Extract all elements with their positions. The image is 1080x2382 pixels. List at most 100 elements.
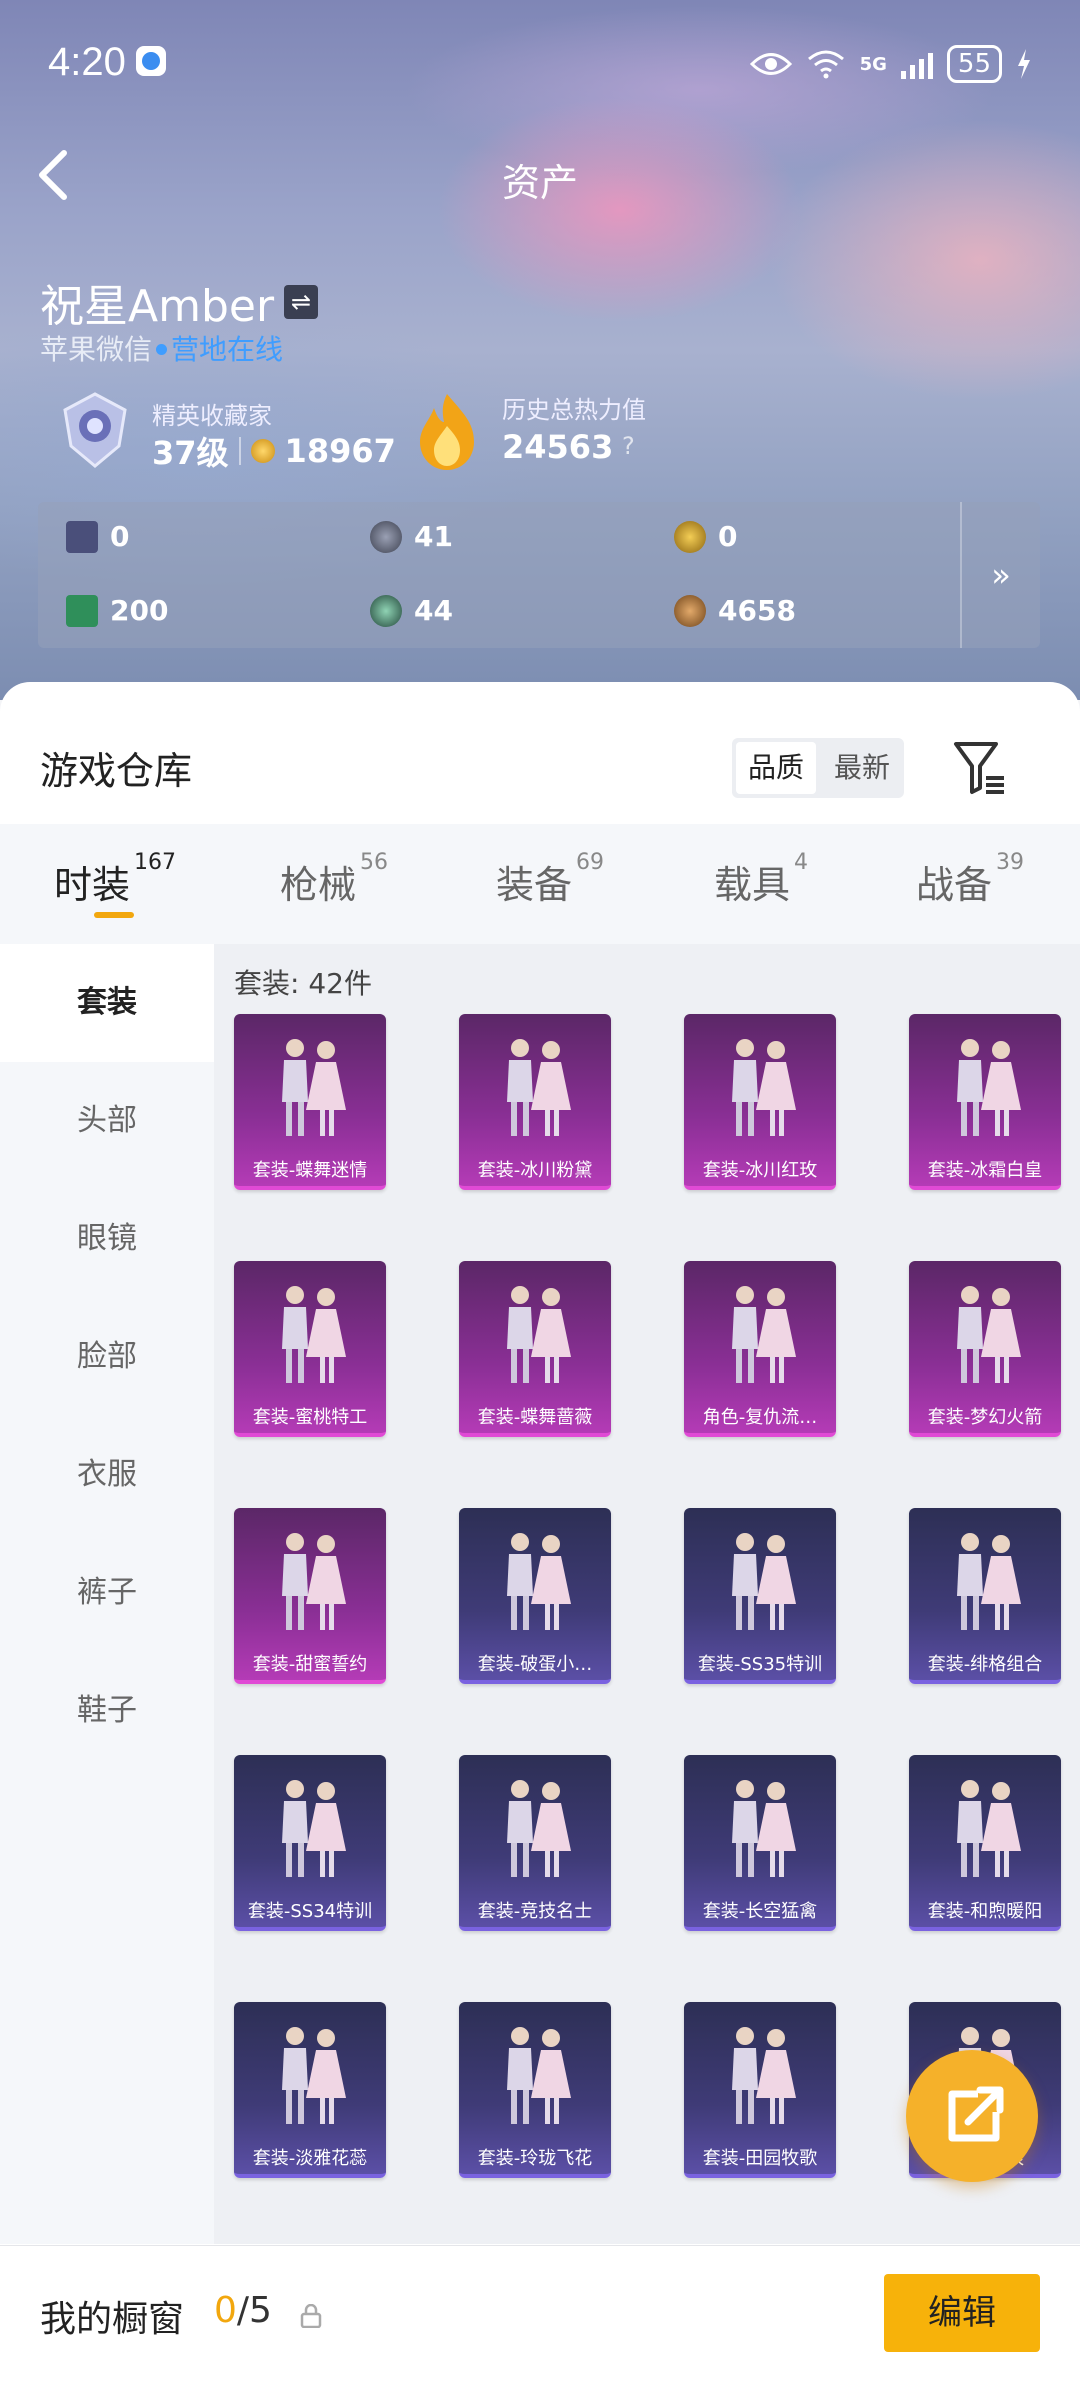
item-card[interactable]: 套装-田园牧歌 — [684, 2002, 836, 2178]
username-text: 祝星Amber — [40, 281, 275, 332]
sidebar-item-head[interactable]: 头部 — [0, 1062, 214, 1180]
item-name: 套装-冰川粉黛 — [477, 1160, 593, 1181]
item-card[interactable]: 套装-冰川红玫 — [684, 1014, 836, 1190]
outfit-figure-icon — [282, 2027, 346, 2124]
item-card[interactable]: 套装-蝶舞迷情 — [234, 1014, 386, 1190]
outfit-figure-icon — [282, 1533, 346, 1630]
username: 祝星Amber ⇌ — [40, 270, 319, 334]
item-card[interactable]: 套装-玲珑飞花 — [459, 2002, 611, 2178]
tab-count: 167 — [134, 850, 177, 875]
item-name: 套装-梦幻火箭 — [927, 1407, 1043, 1428]
outfit-figure-icon — [957, 1286, 1021, 1383]
eye-icon — [749, 53, 792, 75]
showcase-label: 我的橱窗 — [40, 2299, 185, 2340]
edit-button[interactable]: 编辑 — [884, 2274, 1040, 2352]
item-name: 套装-破蛋小… — [477, 1654, 593, 1675]
share-button[interactable] — [906, 2050, 1038, 2182]
item-card[interactable]: 套装-SS34特训 — [234, 1755, 386, 1931]
outfit-figure-icon — [732, 1039, 796, 1136]
item-name: 套装-SS34特训 — [247, 1901, 373, 1922]
item-name: 套装-SS35特训 — [697, 1654, 823, 1675]
outfit-figure-icon — [957, 1533, 1021, 1630]
item-name: 套装-蜜桃特工 — [252, 1407, 368, 1428]
status-bar: 4:20 5G 55 — [48, 40, 1032, 88]
sort-quality-button[interactable]: 品质 — [736, 742, 816, 794]
item-card[interactable]: 套装-冰川粉黛 — [459, 1014, 611, 1190]
sort-newest-button[interactable]: 最新 — [820, 738, 904, 798]
item-card[interactable]: 套装-破蛋小… — [459, 1508, 611, 1684]
outfit-figure-icon — [732, 1286, 796, 1383]
item-card[interactable]: 角色-复仇流… — [684, 1261, 836, 1437]
outfit-figure-icon — [732, 2027, 796, 2124]
showcase-total: /5 — [236, 2290, 272, 2331]
outfit-figure-icon — [957, 1039, 1021, 1136]
tab-equipment[interactable]: 装备69 — [496, 850, 604, 909]
tab-fashion[interactable]: 时装167 — [54, 850, 176, 909]
tab-label: 装备 — [496, 863, 573, 907]
sidebar-item-clothes[interactable]: 衣服 — [0, 1416, 214, 1534]
level-divider — [238, 437, 241, 465]
item-name: 套装-蝶舞迷情 — [252, 1160, 368, 1181]
collector-badge-icon — [63, 392, 127, 468]
resource-item: 44 — [370, 594, 453, 627]
resource-item: 0 — [66, 520, 129, 553]
item-card[interactable]: 套装-淡雅花蕊 — [234, 2002, 386, 2178]
tab-vehicles[interactable]: 载具4 — [714, 850, 808, 909]
item-card[interactable]: 套装-长空猛禽 — [684, 1755, 836, 1931]
item-name: 套装-甜蜜誓约 — [252, 1654, 368, 1675]
filter-icon[interactable] — [952, 738, 1008, 798]
outfit-figure-icon — [507, 1039, 571, 1136]
sidebar-item-glasses[interactable]: 眼镜 — [0, 1180, 214, 1298]
outfit-figure-icon — [507, 1286, 571, 1383]
sidebar-item-face[interactable]: 脸部 — [0, 1298, 214, 1416]
item-card[interactable]: 套装-SS35特训 — [684, 1508, 836, 1684]
network-type: 5G — [859, 53, 887, 75]
item-name: 套装-冰川红玫 — [702, 1160, 818, 1181]
item-card[interactable]: 套装-绯格组合 — [909, 1508, 1061, 1684]
showcase-footer: 我的橱窗 0/5 编辑 — [0, 2245, 1080, 2382]
item-card[interactable]: 套装-甜蜜誓约 — [234, 1508, 386, 1684]
share-icon — [948, 2086, 1004, 2142]
sidebar: 套装 头部 眼镜 脸部 衣服 裤子 鞋子 — [0, 944, 214, 2244]
battery-indicator: 55 — [946, 45, 1002, 83]
badge-label: 精英收藏家 — [152, 402, 272, 430]
outfit-figure-icon — [507, 1780, 571, 1877]
item-card[interactable]: 套装-和煦暖阳 — [909, 1755, 1061, 1931]
tab-label: 载具 — [714, 863, 791, 907]
resource-item: 41 — [370, 520, 453, 553]
tab-firearms[interactable]: 枪械56 — [280, 850, 388, 909]
item-card[interactable]: 套装-冰霜白皇 — [909, 1014, 1061, 1190]
item-grid: 套装: 42件 套装-蝶舞迷情 套装-冰川粉黛 套装-冰川红玫 套装-冰霜白皇 套装-蜜… — [214, 944, 1080, 2244]
item-name: 套装-竞技名士 — [477, 1901, 593, 1922]
green-orb-icon — [370, 594, 402, 627]
outfit-figure-icon — [957, 1780, 1021, 1877]
resource-value: 0 — [110, 520, 130, 553]
item-card[interactable]: 套装-蜜桃特工 — [234, 1261, 386, 1437]
silver-coin-icon — [370, 520, 402, 553]
item-card[interactable]: 套装-竞技名士 — [459, 1755, 611, 1931]
showcase-current: 0 — [214, 2290, 237, 2331]
tab-supplies[interactable]: 战备39 — [916, 850, 1024, 909]
resource-item: 0 — [674, 520, 737, 553]
bronze-coin-icon — [674, 594, 706, 627]
sidebar-item-suits[interactable]: 套装 — [0, 944, 214, 1062]
tab-label: 枪械 — [280, 863, 357, 907]
warehouse-title: 游戏仓库 — [40, 749, 193, 793]
resource-value: 0 — [718, 520, 738, 553]
page-title: 资产 — [501, 161, 578, 205]
signal-icon — [900, 49, 933, 79]
outfit-figure-icon — [282, 1780, 346, 1877]
gold-coin-icon — [674, 520, 706, 553]
sidebar-item-shoes[interactable]: 鞋子 — [0, 1652, 214, 1770]
item-name: 套装-玲珑飞花 — [477, 2148, 593, 2169]
green-ticket-icon — [66, 594, 98, 627]
resources-more-button[interactable]: » — [960, 502, 1040, 648]
sidebar-item-pants[interactable]: 裤子 — [0, 1534, 214, 1652]
item-card[interactable]: 套装-梦幻火箭 — [909, 1261, 1061, 1437]
item-card[interactable]: 套装-蝶舞蔷薇 — [459, 1261, 611, 1437]
help-icon[interactable]: ? — [622, 432, 635, 460]
item-name: 套装-长空猛禽 — [702, 1901, 818, 1922]
item-name: 套装-冰霜白皇 — [927, 1160, 1043, 1181]
outfit-figure-icon — [282, 1039, 346, 1136]
switch-account-icon[interactable]: ⇌ — [284, 285, 319, 319]
